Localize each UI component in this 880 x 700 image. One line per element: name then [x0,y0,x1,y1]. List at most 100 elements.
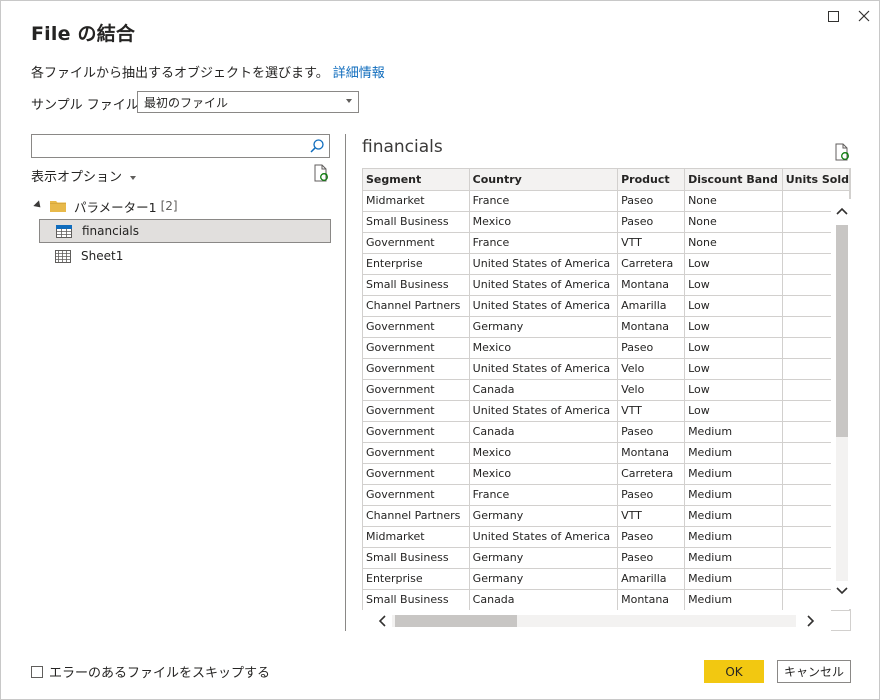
scroll-down-icon[interactable] [835,585,849,597]
search-input[interactable] [31,134,330,158]
column-header[interactable]: Product [617,169,686,191]
table-cell[interactable]: Velo [617,379,686,401]
maximize-button[interactable] [823,7,843,25]
ok-button[interactable]: OK [704,660,764,683]
table-cell[interactable]: Medium [684,547,783,569]
table-cell[interactable]: Government [363,379,470,401]
table-cell[interactable]: Low [684,274,783,296]
table-cell[interactable]: Amarilla [617,295,686,317]
table-cell[interactable]: Medium [684,421,783,443]
table-cell[interactable]: Government [363,400,470,422]
table-cell[interactable]: France [469,484,619,506]
table-cell[interactable]: Carretera [617,253,686,275]
refresh-icon[interactable] [313,164,329,182]
table-cell[interactable]: Germany [469,316,619,338]
table-cell[interactable]: Government [363,484,470,506]
close-button[interactable] [854,7,874,25]
table-cell[interactable]: Government [363,316,470,338]
table-cell[interactable]: United States of America [469,400,619,422]
table-cell[interactable]: Enterprise [363,253,470,275]
tree-item-financials[interactable]: financials [39,219,331,243]
table-cell[interactable]: Low [684,316,783,338]
table-cell[interactable]: Germany [469,505,619,527]
table-cell[interactable]: Canada [469,379,619,401]
table-cell[interactable]: Low [684,400,783,422]
table-cell[interactable]: Small Business [363,589,470,611]
table-cell[interactable]: Channel Partners [363,505,470,527]
sample-file-dropdown[interactable]: 最初のファイル [137,91,359,113]
refresh-preview-icon[interactable] [834,143,850,161]
collapse-arrow-icon[interactable] [33,200,44,211]
table-cell[interactable]: Paseo [617,526,686,548]
display-options-menu[interactable]: 表示オプション [31,166,137,185]
table-cell[interactable]: Low [684,379,783,401]
table-cell[interactable]: United States of America [469,274,619,296]
table-cell[interactable]: United States of America [469,295,619,317]
table-cell[interactable]: Low [684,295,783,317]
table-cell[interactable]: Medium [684,526,783,548]
tree-item-parameter[interactable]: パラメーター1 [2] [33,194,178,218]
table-cell[interactable]: Medium [684,442,783,464]
table-cell[interactable]: France [469,190,619,212]
table-cell[interactable]: Small Business [363,547,470,569]
table-cell[interactable]: Government [363,421,470,443]
column-header[interactable]: Country [469,169,619,191]
table-cell[interactable]: Canada [469,421,619,443]
scroll-thumb[interactable] [395,615,517,627]
horizontal-scrollbar[interactable] [362,610,831,631]
cancel-button[interactable]: キャンセル [777,660,851,683]
scroll-thumb[interactable] [836,225,848,437]
table-cell[interactable]: Medium [684,589,783,611]
table-cell[interactable]: Mexico [469,211,619,233]
table-cell[interactable]: Mexico [469,442,619,464]
table-cell[interactable]: Medium [684,463,783,485]
column-header[interactable]: Segment [363,169,470,191]
table-cell[interactable]: Government [363,232,470,254]
vertical-scrollbar[interactable] [831,199,851,609]
table-cell[interactable]: VTT [617,232,686,254]
skip-errors-option[interactable]: エラーのあるファイルをスキップする [31,662,270,681]
table-cell[interactable]: Mexico [469,463,619,485]
table-cell[interactable]: VTT [617,400,686,422]
table-cell[interactable]: Amarilla [617,568,686,590]
table-cell[interactable]: Montana [617,589,686,611]
table-cell[interactable]: United States of America [469,526,619,548]
column-header[interactable]: Units Sold [782,169,850,191]
table-cell[interactable]: Paseo [617,190,686,212]
table-cell[interactable]: Low [684,358,783,380]
table-cell[interactable]: None [684,211,783,233]
search-icon[interactable] [309,138,325,154]
table-cell[interactable]: United States of America [469,358,619,380]
table-cell[interactable]: Paseo [617,337,686,359]
table-cell[interactable]: United States of America [469,253,619,275]
table-cell[interactable]: Montana [617,274,686,296]
table-cell[interactable]: Medium [684,484,783,506]
table-cell[interactable]: Paseo [617,484,686,506]
table-cell[interactable]: Montana [617,442,686,464]
scroll-right-icon[interactable] [805,614,817,628]
table-cell[interactable]: Government [363,442,470,464]
table-cell[interactable]: Government [363,337,470,359]
table-cell[interactable]: Small Business [363,274,470,296]
table-cell[interactable]: Canada [469,589,619,611]
table-cell[interactable]: None [684,232,783,254]
scroll-left-icon[interactable] [376,614,388,628]
column-header[interactable]: Discount Band [684,169,783,191]
table-cell[interactable]: Medium [684,505,783,527]
table-cell[interactable]: Government [363,463,470,485]
table-cell[interactable]: Carretera [617,463,686,485]
table-cell[interactable]: France [469,232,619,254]
table-cell[interactable]: Low [684,253,783,275]
table-cell[interactable]: Paseo [617,547,686,569]
table-cell[interactable]: Medium [684,568,783,590]
table-cell[interactable]: VTT [617,505,686,527]
table-cell[interactable]: Low [684,337,783,359]
table-cell[interactable]: Germany [469,547,619,569]
table-cell[interactable]: Government [363,358,470,380]
table-cell[interactable]: Midmarket [363,190,470,212]
table-cell[interactable]: Midmarket [363,526,470,548]
table-cell[interactable]: Channel Partners [363,295,470,317]
scroll-up-icon[interactable] [835,205,849,217]
table-cell[interactable]: Paseo [617,421,686,443]
table-cell[interactable]: Montana [617,316,686,338]
